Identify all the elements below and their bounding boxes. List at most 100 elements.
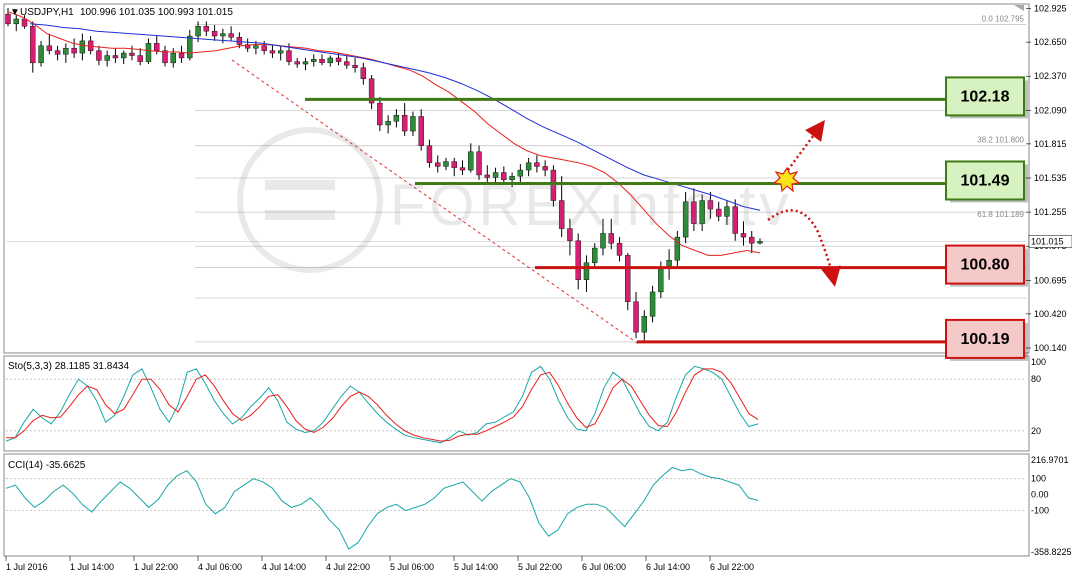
cci-level-label: 0.00 — [1031, 490, 1049, 500]
candle-body — [278, 50, 284, 54]
cci-level-label: -100 — [1031, 506, 1049, 516]
candle-body — [575, 240, 581, 280]
time-axis: 1 Jul 2016 1 Jul 14:00 1 Jul 22:00 4 Jul 06… — [5, 556, 754, 572]
candle-body — [46, 45, 53, 51]
key-level-label: 101.49 — [961, 172, 1010, 189]
candle-body — [649, 291, 656, 317]
candle-body — [63, 48, 69, 55]
candle-body — [757, 241, 763, 244]
candle-body — [120, 52, 127, 59]
candle-body — [21, 18, 28, 27]
candle-body — [162, 50, 168, 64]
stoch-level-label: 20 — [1031, 426, 1041, 436]
candle-body — [269, 50, 276, 54]
time-tick-label: 4 Jul 06:00 — [198, 562, 242, 572]
price-tick-label: 102.090 — [1034, 105, 1067, 115]
candle-body — [410, 116, 416, 132]
candle-body — [137, 55, 143, 62]
time-tick-label: 6 Jul 06:00 — [582, 562, 626, 572]
candle-body — [393, 115, 400, 122]
candle-body — [13, 18, 19, 25]
key-level-label: 102.18 — [961, 88, 1010, 105]
time-tick-label: 1 Jul 2016 — [6, 562, 48, 572]
candle-body — [625, 255, 631, 302]
candle-body — [79, 40, 86, 54]
time-tick-label: 5 Jul 22:00 — [518, 562, 562, 572]
candle-body — [170, 52, 176, 64]
candle-body — [459, 167, 466, 171]
candle-body — [96, 50, 102, 61]
time-tick-label: 6 Jul 22:00 — [710, 562, 754, 572]
stoch-level-label: 100 — [1031, 357, 1046, 367]
svg-text:FOREXinfo.tv: FOREXinfo.tv — [390, 173, 793, 238]
price-tick-label: 102.370 — [1034, 71, 1067, 81]
candle-body — [253, 45, 259, 49]
candle-body — [443, 161, 449, 167]
candle-body — [71, 48, 77, 54]
price-tick-label: 100.695 — [1034, 275, 1067, 285]
price-tick-label: 100.420 — [1034, 309, 1067, 319]
candle-body — [220, 33, 226, 37]
candle-body — [154, 43, 160, 51]
candle-body — [426, 145, 433, 163]
candle-body — [327, 57, 333, 64]
candle-body — [319, 58, 325, 64]
key-level-label: 100.80 — [961, 257, 1010, 274]
candle-body — [187, 35, 193, 59]
time-tick-label: 1 Jul 14:00 — [70, 562, 114, 572]
cci-level-label: 216.9701 — [1031, 455, 1069, 465]
candle-body — [525, 162, 532, 171]
candle-body — [30, 26, 36, 64]
candle-body — [468, 151, 474, 171]
candle-body — [435, 162, 441, 167]
price-axis: 102.925 102.650 102.370 102.090 101.815 101.5… — [1026, 4, 1067, 353]
candle-body — [377, 102, 383, 126]
candle-body — [451, 161, 457, 168]
price-tick-label: 100.140 — [1034, 343, 1067, 353]
candle-body — [211, 30, 218, 37]
candle-body — [203, 26, 210, 32]
cci-level-label: -358.8225 — [1031, 547, 1072, 557]
candle-body — [658, 267, 664, 293]
candle-body — [302, 61, 309, 65]
current-price-tag: 101.015 — [1028, 235, 1072, 248]
price-tick-label: 101.815 — [1034, 139, 1067, 149]
candle-body — [311, 58, 317, 62]
svg-text:101.015: 101.015 — [1031, 236, 1064, 246]
time-tick-label: 4 Jul 14:00 — [262, 562, 306, 572]
candle-body — [401, 115, 408, 132]
ohlc-readout: 100.996 101.035 100.993 101.015 — [80, 7, 233, 18]
candle-body — [294, 61, 300, 65]
candle-body — [228, 33, 234, 38]
candle-body — [542, 166, 548, 171]
time-tick-label: 5 Jul 14:00 — [454, 562, 498, 572]
candle-body — [360, 67, 367, 79]
candle-body — [38, 45, 44, 64]
time-tick-label: 1 Jul 22:00 — [134, 562, 178, 572]
candle-body — [641, 316, 648, 333]
candle-body — [418, 116, 424, 146]
candle-body — [633, 301, 639, 333]
chart-window: 0.0 102.795 38.2 101.800 61.8 101.189 102.… — [3, 3, 1072, 572]
candle-body — [335, 57, 342, 62]
candle-body — [534, 162, 540, 167]
candle-body — [145, 43, 152, 62]
candle-body — [236, 37, 243, 45]
candle-body — [385, 121, 391, 126]
fib-label: 61.8 101.189 — [977, 210, 1024, 219]
candle-body — [112, 55, 119, 59]
pane-collapse-icon[interactable]: ▼ — [10, 7, 20, 18]
stoch-level-label: 80 — [1031, 374, 1041, 384]
cci-label: CCI(14) -35.6625 — [8, 460, 86, 471]
fib-label: 38.2 101.800 — [977, 136, 1024, 145]
candle-body — [286, 50, 292, 62]
cci-level-label: 100 — [1031, 474, 1046, 484]
candle-body — [749, 236, 755, 244]
symbol-label: USDJPY,H1 — [20, 7, 74, 18]
price-tick-label: 101.535 — [1034, 173, 1067, 183]
candle-body — [54, 50, 61, 55]
candle-body — [476, 151, 482, 176]
candle-body — [352, 65, 358, 68]
stochastic-label: Sto(5,3,3) 28.1185 31.8434 — [8, 361, 129, 372]
candle-body — [129, 52, 135, 56]
